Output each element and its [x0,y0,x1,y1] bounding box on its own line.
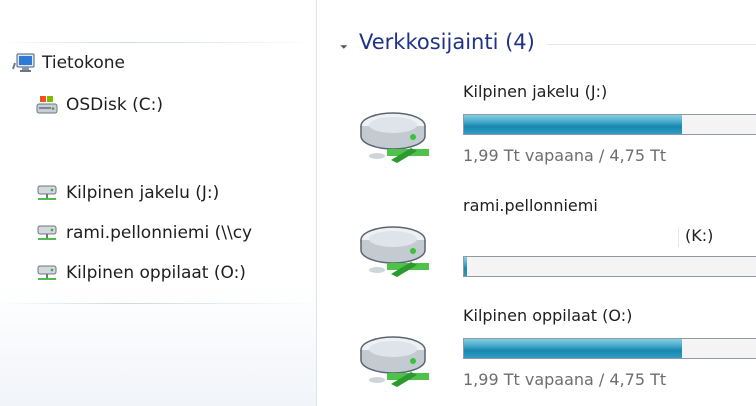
drive-usage-fill [464,115,682,134]
drive-tile-kilpinen-jakelu[interactable]: Kilpinen jakelu (J:) 1,99 Tt vapaana / 4… [357,82,756,192]
nav-item-kilpinen-jakelu[interactable]: Kilpinen jakelu (J:) [36,180,219,206]
nav-item-label: Tietokone [42,53,125,73]
redacted-path [463,227,679,247]
computer-icon [12,53,35,73]
nav-separator [0,42,316,43]
nav-separator [0,303,316,304]
drive-usage-bar [463,256,756,277]
network-drive-large-icon [360,336,429,387]
nav-item-label: Kilpinen oppilaat (O:) [66,263,246,283]
group-divider [546,43,756,45]
nav-item-osdisk[interactable]: OSDisk (C:) [36,92,163,118]
nav-item-label: rami.pellonniemi (\\cy [66,223,253,243]
nav-item-rami-pellonniemi[interactable]: rami.pellonniemi (\\cy [36,220,316,246]
drive-usage-fill [464,257,468,276]
nav-item-label: OSDisk (C:) [66,95,163,115]
network-drive-icon [36,223,58,243]
drive-letter: (K:) [685,226,714,245]
drive-free-space: 1,99 Tt vapaana / 4,75 Tt [463,146,667,165]
drive-name: Kilpinen oppilaat (O:) [463,306,633,325]
content-pane: Verkkosijainti (4) Kilpinen jakelu (J:) … [317,0,756,406]
group-header-network-locations[interactable]: Verkkosijainti (4) [336,30,756,54]
drive-name: Kilpinen jakelu (J:) [463,82,608,101]
navigation-pane: Tietokone OSDisk (C:) Kilpinen jakelu (J [0,0,317,406]
drive-free-space: 1,99 Tt vapaana / 4,75 Tt [463,370,667,389]
nav-item-kilpinen-oppilaat[interactable]: Kilpinen oppilaat (O:) [36,260,246,286]
network-drive-icon [36,183,58,203]
drive-usage-bar [463,338,756,359]
group-title: Verkkosijainti (4) [359,30,535,54]
drive-usage-fill [464,339,682,358]
collapse-triangle-icon[interactable] [336,37,348,49]
nav-item-label: Kilpinen jakelu (J:) [66,183,220,203]
system-drive-icon [36,95,58,115]
drive-tile-rami-pellonniemi[interactable]: rami.pellonniemi (K:) [357,196,756,306]
network-drive-large-icon [360,112,429,163]
network-drive-icon [36,263,58,283]
nav-item-computer[interactable]: Tietokone [12,50,125,76]
drive-name: rami.pellonniemi [463,196,598,215]
network-drive-large-icon [360,226,429,277]
drive-tile-kilpinen-oppilaat[interactable]: Kilpinen oppilaat (O:) 1,99 Tt vapaana /… [357,306,756,406]
drive-usage-bar [463,114,756,135]
